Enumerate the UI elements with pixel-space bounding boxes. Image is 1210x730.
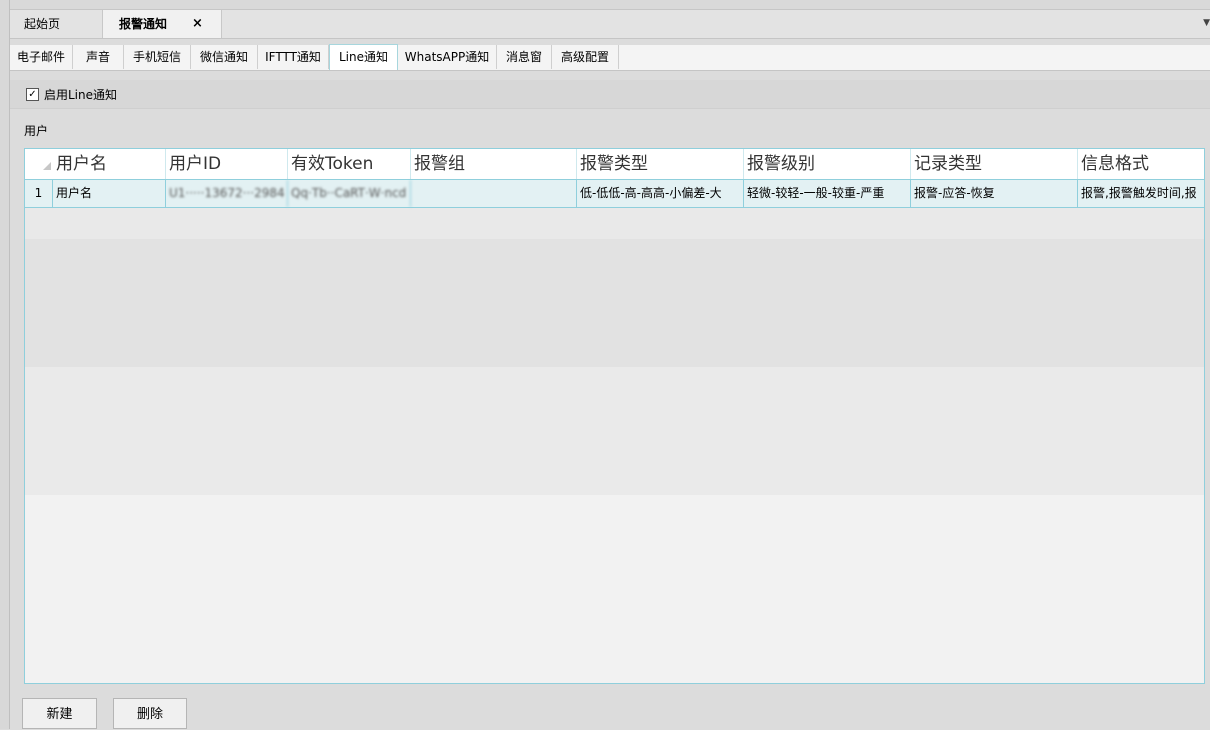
column-header-alarm-type[interactable]: 报警类型 [577,149,744,179]
grid-band [25,367,1204,495]
tab-alarm-notification-label: 报警通知 [119,17,168,31]
users-section-label: 用户 [24,124,49,138]
cell-message-format[interactable]: 报警,报警触发时间,报 [1078,180,1204,207]
tab-wechat[interactable]: 微信通知 [191,45,258,69]
close-icon[interactable]: × [192,10,203,38]
window-left-edge [0,0,10,729]
tab-start-page[interactable]: 起始页 [24,10,60,38]
delete-button[interactable]: 删除 [113,698,187,729]
notification-type-tabs: 电子邮件 声音 手机短信 微信通知 IFTTT通知 Line通知 WhatsAP… [10,44,1210,71]
window-top-bar [10,0,1210,10]
enable-line-row: ✓ 启用Line通知 [10,80,1210,109]
chevron-down-icon[interactable]: ▼ [1203,18,1210,28]
grid-band [25,208,1204,239]
users-table: 用户名 用户ID 有效Token 报警组 报警类型 报警级别 记录类型 信息格式… [24,148,1205,684]
column-header-message-format[interactable]: 信息格式 [1078,149,1204,179]
grid-band [25,495,1204,683]
column-header-alarm-group[interactable]: 报警组 [411,149,577,179]
cell-alarm-group[interactable] [411,180,577,207]
tab-advanced-config[interactable]: 高级配置 [552,45,619,69]
column-header-record-type[interactable]: 记录类型 [911,149,1078,179]
grid-band [25,239,1204,367]
cell-alarm-level[interactable]: 轻微-较轻-一般-较重-严重 [744,180,911,207]
column-header-userid[interactable]: 用户ID [166,149,288,179]
row-number: 1 [25,180,53,207]
tab-message-window[interactable]: 消息窗 [497,45,552,69]
tab-line[interactable]: Line通知 [329,44,398,70]
enable-line-checkbox[interactable]: ✓ [26,88,39,101]
cell-alarm-type[interactable]: 低-低低-高-高高-小偏差-大 [577,180,744,207]
cell-record-type[interactable]: 报警-应答-恢复 [911,180,1078,207]
tab-email[interactable]: 电子邮件 [10,45,73,69]
table-row[interactable]: 1 用户名 U1·····13672···2984 Qq·Tb··CaRT·W·… [25,180,1204,208]
column-header-username[interactable]: 用户名 [53,149,166,179]
tab-sms[interactable]: 手机短信 [124,45,191,69]
tab-alarm-notification[interactable]: 报警通知 × [102,10,222,38]
cell-username[interactable]: 用户名 [53,180,166,207]
table-header-row: 用户名 用户ID 有效Token 报警组 报警类型 报警级别 记录类型 信息格式 [25,149,1204,180]
tab-ifttt[interactable]: IFTTT通知 [258,45,329,69]
column-header-token[interactable]: 有效Token [288,149,411,179]
new-button[interactable]: 新建 [22,698,97,729]
tab-whatsapp[interactable]: WhatsAPP通知 [398,45,497,69]
select-all-corner[interactable] [43,162,51,170]
document-tab-bar: 起始页 报警通知 × ▼ [10,10,1210,39]
column-header-alarm-level[interactable]: 报警级别 [744,149,911,179]
tab-sound[interactable]: 声音 [73,45,124,69]
cell-token[interactable]: Qq·Tb··CaRT·W·ncd [288,180,411,207]
cell-userid[interactable]: U1·····13672···2984 [166,180,288,207]
enable-line-label[interactable]: 启用Line通知 [44,86,117,103]
